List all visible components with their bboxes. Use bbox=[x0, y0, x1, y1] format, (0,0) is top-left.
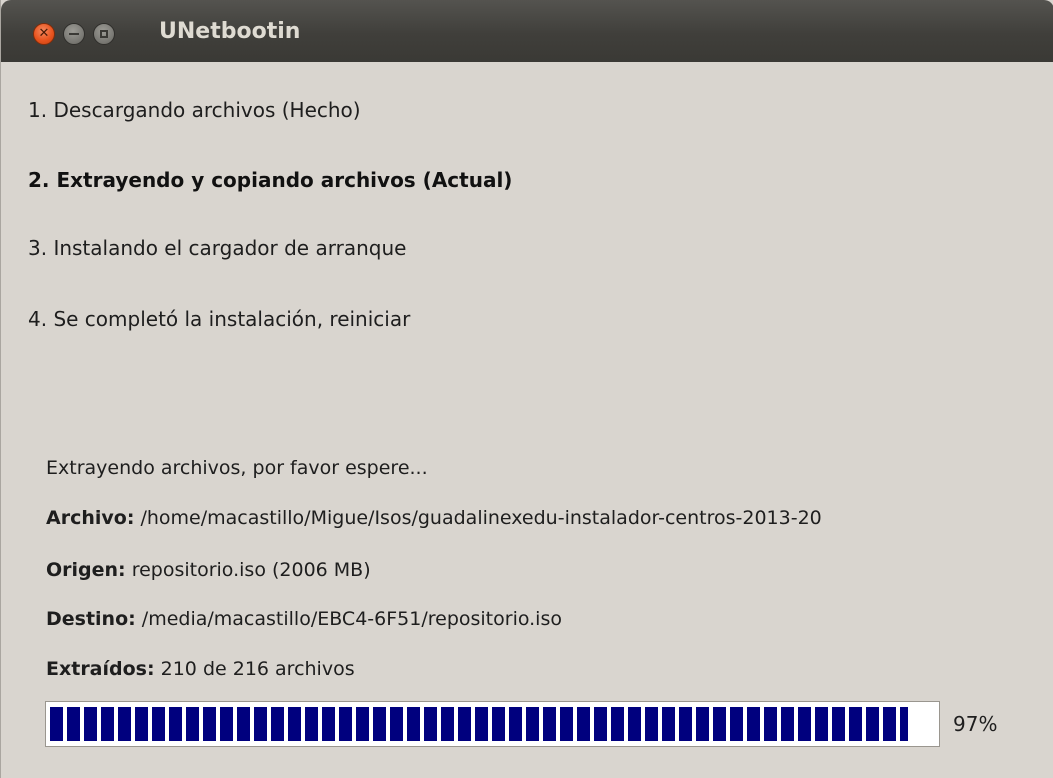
maximize-icon bbox=[100, 30, 108, 38]
minimize-button[interactable] bbox=[63, 23, 85, 45]
minimize-icon bbox=[69, 33, 79, 35]
status-message: Extrayendo archivos, por favor espere... bbox=[46, 457, 428, 479]
origen-value: repositorio.iso (2006 MB) bbox=[125, 559, 371, 581]
destino-value: /media/macastillo/EBC4-6F51/repositorio.… bbox=[135, 608, 562, 630]
progress-bar bbox=[45, 701, 940, 747]
archivo-label: Archivo: bbox=[46, 507, 135, 529]
step-complete-reboot: 4. Se completó la instalación, reiniciar bbox=[28, 307, 411, 331]
step-extract-current: 2. Extrayendo y copiando archivos (Actua… bbox=[28, 168, 513, 192]
extraidos-row: Extraídos: 210 de 216 archivos bbox=[46, 655, 355, 683]
progress-bar-fill bbox=[50, 707, 909, 741]
maximize-button[interactable] bbox=[93, 23, 115, 45]
archivo-value: /home/macastillo/Migue/Isos/guadalinexed… bbox=[134, 507, 822, 529]
title-bar[interactable]: ✕ UNetbootin bbox=[1, 0, 1053, 62]
window-title: UNetbootin bbox=[159, 19, 301, 44]
origen-label: Origen: bbox=[46, 559, 126, 581]
extraidos-label: Extraídos: bbox=[46, 658, 155, 680]
step-download: 1. Descargando archivos (Hecho) bbox=[28, 98, 361, 122]
unetbootin-window: ✕ UNetbootin 1. Descargando archivos (He… bbox=[0, 0, 1053, 778]
destino-row: Destino: /media/macastillo/EBC4-6F51/rep… bbox=[46, 605, 562, 633]
archivo-row: Archivo: /home/macastillo/Migue/Isos/gua… bbox=[46, 504, 822, 532]
progress-percent: 97% bbox=[953, 712, 998, 736]
step-bootloader: 3. Instalando el cargador de arranque bbox=[28, 236, 407, 260]
close-button[interactable]: ✕ bbox=[33, 23, 55, 45]
extraidos-value: 210 de 216 archivos bbox=[154, 658, 355, 680]
origen-row: Origen: repositorio.iso (2006 MB) bbox=[46, 556, 371, 584]
close-icon: ✕ bbox=[38, 26, 50, 41]
destino-label: Destino: bbox=[46, 608, 136, 630]
